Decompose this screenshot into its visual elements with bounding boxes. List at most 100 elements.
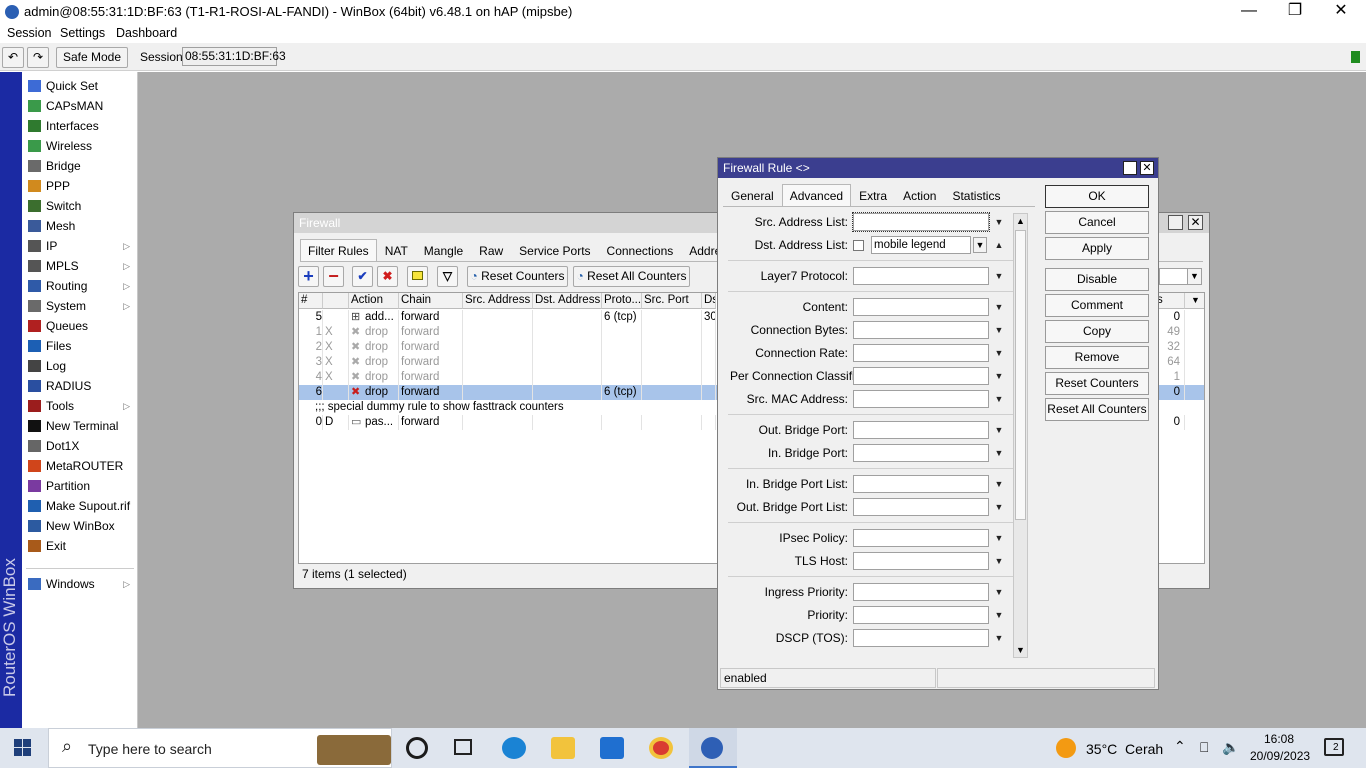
connection-rate-input[interactable]: [853, 344, 989, 362]
sidebar-item-capsman[interactable]: CAPsMAN: [24, 96, 136, 116]
sidebar-item-mpls[interactable]: MPLS ▷: [24, 256, 136, 276]
filter-dropdown-arrow[interactable]: ▼: [1187, 268, 1202, 285]
scroll-down-arrow[interactable]: ▼: [1014, 643, 1027, 657]
ipsec-policy-input[interactable]: [853, 529, 989, 547]
search-box[interactable]: ⌕ Type here to search: [48, 728, 392, 768]
clock-date[interactable]: 20/09/2023: [1250, 749, 1310, 763]
tab-connections[interactable]: Connections: [599, 239, 682, 261]
sidebar-item-routing[interactable]: Routing ▷: [24, 276, 136, 296]
chrome-icon[interactable]: [649, 737, 673, 759]
tab-mangle[interactable]: Mangle: [416, 239, 471, 261]
tab-service-ports[interactable]: Service Ports: [511, 239, 598, 261]
chevron-down-icon[interactable]: ▼: [993, 444, 1005, 462]
out-bridge-port-list-input[interactable]: [853, 498, 989, 516]
sidebar-item-switch[interactable]: Switch: [24, 196, 136, 216]
rule-maximize-button[interactable]: [1123, 161, 1137, 175]
src-mac-address-input[interactable]: [853, 390, 989, 408]
chevron-down-icon[interactable]: ▼: [993, 606, 1005, 624]
sidebar-item-interfaces[interactable]: Interfaces: [24, 116, 136, 136]
task-view-icon[interactable]: [406, 737, 428, 759]
disable-rule-button[interactable]: ✖: [377, 266, 398, 287]
reset-all-counters-button[interactable]: Reset All Counters: [1045, 398, 1149, 421]
chevron-up-icon[interactable]: ⌃: [1174, 738, 1186, 755]
sidebar-item-ip[interactable]: IP ▷: [24, 236, 136, 256]
chevron-down-icon[interactable]: ▼: [993, 629, 1005, 647]
tab-statistics[interactable]: Statistics: [944, 184, 1008, 206]
add-rule-button[interactable]: +: [298, 266, 319, 287]
sidebar-item-radius[interactable]: RADIUS: [24, 376, 136, 396]
column-header[interactable]: #: [299, 293, 323, 309]
sidebar-item-files[interactable]: Files: [24, 336, 136, 356]
tab-raw[interactable]: Raw: [471, 239, 511, 261]
comment-button[interactable]: [407, 266, 428, 287]
column-header[interactable]: Src. Port: [642, 293, 702, 309]
connection-bytes-input[interactable]: [853, 321, 989, 339]
firewall-close-button[interactable]: ✕: [1188, 215, 1203, 230]
column-header[interactable]: Src. Address: [463, 293, 533, 309]
chevron-down-icon[interactable]: ▼: [993, 583, 1005, 601]
column-header[interactable]: Chain: [399, 293, 463, 309]
tab-advanced[interactable]: Advanced: [781, 184, 852, 206]
sidebar-item-wireless[interactable]: Wireless: [24, 136, 136, 156]
chevron-down-icon[interactable]: ▼: [993, 498, 1005, 516]
chevron-down-icon[interactable]: ▼: [993, 529, 1005, 547]
column-header[interactable]: s: [1155, 293, 1185, 309]
notifications-icon[interactable]: 2: [1324, 738, 1344, 756]
filter-button[interactable]: ▽: [437, 266, 458, 287]
per-connection-classifier-input[interactable]: [853, 367, 989, 385]
form-scrollbar[interactable]: ▲ ▼: [1013, 213, 1028, 658]
out-bridge-port-input[interactable]: [853, 421, 989, 439]
sidebar-item-dot1x[interactable]: Dot1X: [24, 436, 136, 456]
content-input[interactable]: [853, 298, 989, 316]
windows-start-icon[interactable]: [14, 739, 32, 757]
chevron-down-icon[interactable]: ▼: [993, 367, 1005, 385]
column-chooser-icon[interactable]: ▼: [1185, 293, 1204, 309]
chevron-down-icon[interactable]: ▼: [993, 475, 1005, 493]
sidebar-item-tools[interactable]: Tools ▷: [24, 396, 136, 416]
scroll-thumb[interactable]: [1015, 230, 1026, 520]
copy-button[interactable]: Copy: [1045, 320, 1149, 343]
reset-all-counters-button[interactable]: ◔ Reset All Counters: [573, 266, 690, 287]
collapse-icon[interactable]: ▲: [993, 236, 1005, 254]
in-bridge-port-list-input[interactable]: [853, 475, 989, 493]
menu-dashboard[interactable]: Dashboard: [116, 26, 177, 40]
sidebar-item-bridge[interactable]: Bridge: [24, 156, 136, 176]
chevron-down-icon[interactable]: ▼: [993, 213, 1005, 231]
session-field[interactable]: 08:55:31:1D:BF:63: [182, 47, 286, 66]
chevron-down-icon[interactable]: ▼: [993, 267, 1005, 285]
tab-filter-rules[interactable]: Filter Rules: [300, 239, 377, 261]
weather-text[interactable]: 35°C Cerah: [1086, 741, 1163, 757]
reset-counters-button[interactable]: ◔ Reset Counters: [467, 266, 568, 287]
firewall-maximize-button[interactable]: [1168, 215, 1183, 230]
sidebar-item-new-winbox[interactable]: New WinBox: [24, 516, 136, 536]
safe-mode-button[interactable]: Safe Mode: [56, 47, 128, 68]
minimize-button[interactable]: —: [1226, 0, 1272, 24]
sidebar-item-metarouter[interactable]: MetaROUTER: [24, 456, 136, 476]
tab-extra[interactable]: Extra: [851, 184, 895, 206]
undo-button[interactable]: ↶: [2, 47, 24, 68]
sidebar-item-quick-set[interactable]: Quick Set: [24, 76, 136, 96]
sidebar-item-make-supout-rif[interactable]: Make Supout.rif: [24, 496, 136, 516]
column-header[interactable]: [323, 293, 349, 309]
dst-address-list-negate-checkbox[interactable]: [853, 240, 864, 251]
close-button[interactable]: ✕: [1318, 0, 1364, 24]
file-explorer-icon[interactable]: [551, 737, 575, 759]
src-address-list-input[interactable]: [852, 212, 990, 232]
dst-address-list-input[interactable]: mobile legend: [871, 236, 971, 254]
apply-button[interactable]: Apply: [1045, 237, 1149, 260]
menu-session[interactable]: Session: [7, 26, 51, 40]
widgets-icon[interactable]: [454, 739, 472, 755]
ingress-priority-input[interactable]: [853, 583, 989, 601]
enable-rule-button[interactable]: ✔: [352, 266, 373, 287]
menu-settings[interactable]: Settings: [60, 26, 105, 40]
sidebar-item-exit[interactable]: Exit: [24, 536, 136, 556]
redo-button[interactable]: ↷: [27, 47, 49, 68]
chevron-down-icon[interactable]: ▼: [993, 344, 1005, 362]
sidebar-item-new-terminal[interactable]: New Terminal: [24, 416, 136, 436]
tab-general[interactable]: General: [723, 184, 782, 206]
volume-icon[interactable]: 🔈: [1222, 739, 1239, 756]
sidebar-item-log[interactable]: Log: [24, 356, 136, 376]
chevron-down-icon[interactable]: ▼: [993, 321, 1005, 339]
maximize-button[interactable]: ❐: [1272, 0, 1318, 24]
sidebar-item-system[interactable]: System ▷: [24, 296, 136, 316]
